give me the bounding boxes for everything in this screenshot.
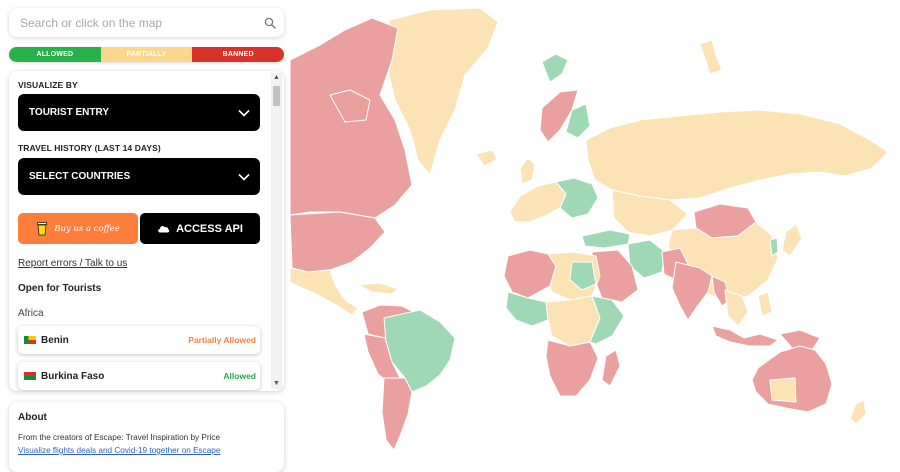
country-name: Benin xyxy=(41,334,69,346)
map-country-indonesia[interactable] xyxy=(711,325,779,347)
chevron-down-icon xyxy=(238,109,250,117)
map-country-argentina[interactable] xyxy=(381,377,413,451)
chevron-down-icon xyxy=(238,173,250,181)
map-africa-northwest[interactable] xyxy=(503,249,557,299)
map-country-madagascar[interactable] xyxy=(601,349,621,387)
map-country-korea[interactable] xyxy=(769,237,779,257)
burkina-faso-flag-icon xyxy=(24,372,36,380)
map-legend: ALLOWED PARTIALLY BANNED xyxy=(9,47,284,62)
search-icon[interactable] xyxy=(264,17,276,29)
map-pacific-islands[interactable] xyxy=(699,39,723,75)
visualize-by-label: VISUALIZE BY xyxy=(18,80,78,90)
buy-coffee-button[interactable]: Buy us a coffee xyxy=(18,213,138,244)
map-country-iceland[interactable] xyxy=(475,149,498,167)
cloud-icon xyxy=(158,226,170,233)
access-api-button[interactable]: ACCESS API xyxy=(140,213,260,244)
about-title: About xyxy=(18,412,47,423)
map-southern-africa[interactable] xyxy=(545,339,599,397)
report-errors-link[interactable]: Report errors / Talk to us xyxy=(18,258,127,269)
country-row-burkina-faso[interactable]: Burkina Faso Allowed xyxy=(18,362,260,390)
legend-partially: PARTIALLY xyxy=(100,47,193,62)
access-api-label: ACCESS API xyxy=(176,222,243,235)
status-badge: Allowed xyxy=(223,371,256,381)
escape-link[interactable]: Visualize flights deals and Covid-19 tog… xyxy=(18,446,220,455)
legend-banned: BANNED xyxy=(192,47,284,62)
legend-allowed: ALLOWED xyxy=(9,47,101,62)
map-country-new-zealand[interactable] xyxy=(849,399,867,425)
open-for-tourists-heading: Open for Tourists xyxy=(18,283,102,294)
about-panel: About From the creators of Escape: Trave… xyxy=(9,402,284,472)
map-caribbean[interactable] xyxy=(357,282,399,295)
map-australia-interior[interactable] xyxy=(769,377,797,403)
travel-history-select[interactable]: SELECT COUNTRIES xyxy=(18,158,260,195)
travel-history-value: SELECT COUNTRIES xyxy=(29,171,131,182)
map-country-philippines[interactable] xyxy=(757,291,773,317)
travel-history-label: TRAVEL HISTORY (LAST 14 DAYS) xyxy=(18,143,161,153)
map-country-russia[interactable] xyxy=(585,109,889,201)
visualize-by-value: TOURIST ENTRY xyxy=(29,107,110,118)
map-country-japan[interactable] xyxy=(781,223,803,257)
scrollbar-thumb[interactable] xyxy=(273,86,280,106)
country-row-benin[interactable]: Benin Partially Allowed xyxy=(18,326,260,354)
map-country-turkey[interactable] xyxy=(581,229,631,249)
search-box[interactable] xyxy=(9,8,284,37)
about-description: From the creators of Escape: Travel Insp… xyxy=(18,433,221,442)
coffee-cup-icon xyxy=(37,221,48,235)
scroll-down-icon[interactable]: ▼ xyxy=(271,379,282,389)
country-name: Burkina Faso xyxy=(41,370,105,382)
search-input[interactable] xyxy=(18,14,264,31)
buy-coffee-label: Buy us a coffee xyxy=(54,223,120,234)
control-panel: VISUALIZE BY TOURIST ENTRY TRAVEL HISTOR… xyxy=(9,71,284,391)
scroll-up-icon[interactable]: ▲ xyxy=(271,73,282,83)
visualize-by-select[interactable]: TOURIST ENTRY xyxy=(18,94,260,131)
map-country-uk[interactable] xyxy=(519,157,536,185)
map-country-usa[interactable] xyxy=(289,211,386,273)
benin-flag-icon xyxy=(24,336,36,344)
map-country-mexico[interactable] xyxy=(289,267,359,316)
status-badge: Partially Allowed xyxy=(188,335,256,345)
map-europe-west[interactable] xyxy=(509,181,567,223)
panel-scrollbar[interactable]: ▲ ▼ xyxy=(271,73,282,389)
region-africa: Africa xyxy=(18,308,44,319)
map-country-svalbard[interactable] xyxy=(541,53,569,83)
